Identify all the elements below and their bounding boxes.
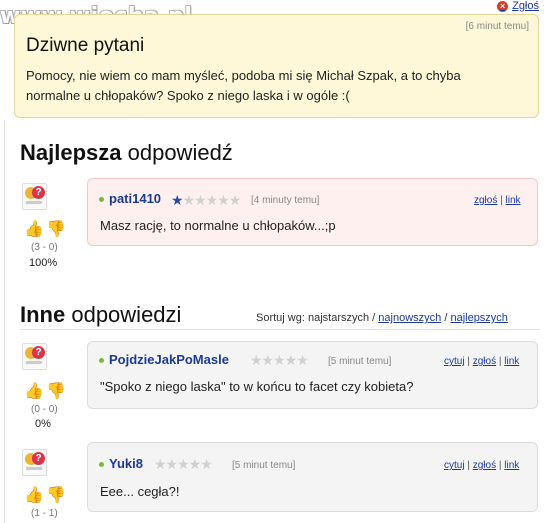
answer-time: [5 minut temu]: [232, 460, 296, 471]
thumb-up-icon[interactable]: 👍: [24, 488, 44, 504]
best-answer-heading: Najlepsza odpowiedź: [20, 140, 233, 165]
answer-time: [4 minuty temu]: [251, 195, 320, 206]
sort-options: Sortuj wg: najstarszych / najnowszych / …: [256, 312, 508, 324]
online-dot-icon: [99, 462, 104, 467]
close-circle-icon: ×: [497, 0, 509, 12]
report-question-link[interactable]: × Zgłoś: [497, 0, 539, 12]
answer-username[interactable]: PojdzieJakPoMasle: [109, 352, 229, 367]
online-dot-icon: [99, 197, 104, 202]
answer-text: Masz rację, to normalne u chłopaków...;p: [100, 218, 336, 233]
permalink-link[interactable]: link: [506, 195, 521, 206]
sort-newest-link[interactable]: najnowszych: [378, 312, 441, 324]
answer-text: Eee... cegła?!: [100, 484, 180, 499]
rating-stars: ★★★★★: [154, 456, 213, 472]
rating-stars: ★★★★★: [250, 352, 309, 368]
report-answer-link[interactable]: zgłoś: [473, 356, 496, 367]
avatar[interactable]: ?: [22, 343, 47, 370]
left-rule: [4, 120, 5, 523]
question-time: [6 minut temu]: [465, 21, 529, 32]
online-dot-icon: [99, 358, 104, 363]
question-title: Dziwne pytani: [26, 35, 145, 56]
answer-time: [5 minut temu]: [328, 356, 392, 367]
vote-percent: 0%: [35, 418, 51, 430]
answer-username[interactable]: Yuki8: [109, 456, 143, 471]
permalink-link[interactable]: link: [504, 356, 519, 367]
thumb-up-icon[interactable]: 👍: [24, 384, 44, 400]
avatar[interactable]: ?: [22, 183, 47, 210]
report-label: Zgłoś: [512, 0, 539, 12]
vote-count: (1 - 1): [31, 508, 58, 519]
sort-best-link[interactable]: najlepszych: [450, 312, 507, 324]
vote-count: (0 - 0): [31, 404, 58, 415]
answer-username[interactable]: pati1410: [109, 191, 161, 206]
divider: [20, 329, 540, 330]
vote-count: (3 - 0): [31, 242, 58, 253]
other-answers-heading: Inne odpowiedzi: [20, 302, 182, 327]
permalink-link[interactable]: link: [504, 460, 519, 471]
quote-link[interactable]: cytuj: [444, 356, 465, 367]
answer-text: "Spoko z niego laska" to w końcu to face…: [100, 379, 414, 394]
quote-link[interactable]: cytuj: [444, 460, 465, 471]
answer-links: cytuj | zgłoś | link: [444, 356, 520, 367]
report-answer-link[interactable]: zgłoś: [473, 460, 496, 471]
answer-box: [87, 442, 538, 512]
report-answer-link[interactable]: zgłoś: [474, 195, 497, 206]
answer-links: zgłoś | link: [474, 195, 521, 206]
best-answer-box: [87, 178, 538, 246]
question-text: Pomocy, nie wiem co mam myśleć, podoba m…: [26, 68, 461, 103]
avatar[interactable]: ?: [22, 449, 47, 476]
thumb-up-icon[interactable]: 👍: [24, 222, 44, 238]
answer-links: cytuj | zgłoś | link: [444, 460, 520, 471]
thumb-down-icon[interactable]: 👎: [46, 384, 66, 400]
rating-stars: ★★★★★★: [171, 192, 241, 208]
vote-percent: 100%: [29, 257, 58, 269]
thumb-down-icon[interactable]: 👎: [46, 488, 66, 504]
thumb-down-icon[interactable]: 👎: [46, 222, 66, 238]
